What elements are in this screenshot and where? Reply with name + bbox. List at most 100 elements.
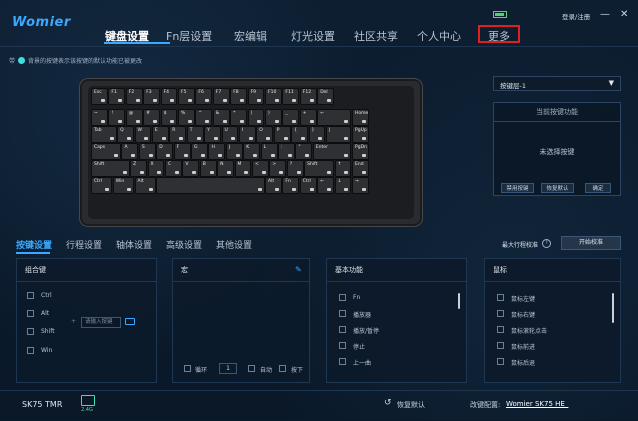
key-3-0[interactable]: Caps	[91, 143, 121, 160]
restore-default-link[interactable]: 恢复默认	[397, 400, 425, 410]
key-0-9[interactable]: F9	[247, 88, 265, 105]
key-3-2[interactable]: S	[138, 143, 156, 160]
edit-pencil-icon[interactable]: ✎	[295, 265, 302, 274]
shift-checkbox[interactable]	[27, 328, 34, 335]
basic-item-checkbox[interactable]	[339, 342, 346, 349]
basic-item-checkbox[interactable]	[339, 294, 346, 301]
basic-item-checkbox[interactable]	[339, 358, 346, 365]
key-4-9[interactable]: >	[269, 160, 287, 177]
key-3-1[interactable]: A	[121, 143, 139, 160]
key-2-5[interactable]: T	[186, 126, 204, 143]
key-3-5[interactable]: G	[191, 143, 208, 160]
key-0-12[interactable]: F12	[299, 88, 317, 105]
key-4-7[interactable]: M	[234, 160, 252, 177]
key-4-5[interactable]: B	[199, 160, 217, 177]
key-1-0[interactable]: ~	[91, 109, 108, 126]
key-4-2[interactable]: X	[147, 160, 165, 177]
key-0-3[interactable]: F3	[143, 88, 161, 105]
basic-item-checkbox[interactable]	[339, 310, 346, 317]
mouse-item-checkbox[interactable]	[497, 342, 504, 349]
tab-switch-settings[interactable]: 轴体设置	[116, 238, 152, 251]
key-2-4[interactable]: R	[169, 126, 187, 143]
scrollbar[interactable]	[458, 293, 460, 309]
restore-icon[interactable]: ↺	[384, 398, 392, 408]
mouse-item-checkbox[interactable]	[497, 358, 504, 365]
key-2-8[interactable]: I	[238, 126, 256, 143]
key-2-9[interactable]: O	[256, 126, 274, 143]
key-2-13[interactable]: |	[325, 126, 352, 143]
key-0-1[interactable]: F1	[108, 88, 126, 105]
key-3-6[interactable]: H	[208, 143, 226, 160]
key-2-0[interactable]: Tab	[91, 126, 117, 143]
nav-profile[interactable]: 个人中心	[417, 28, 461, 44]
loop-checkbox[interactable]	[184, 365, 191, 372]
key-2-10[interactable]: P	[273, 126, 291, 143]
key-1-2[interactable]: @	[125, 109, 143, 126]
basic-item-checkbox[interactable]	[339, 326, 346, 333]
nav-macro-editor[interactable]: 宏编辑	[234, 28, 267, 44]
key-1-11[interactable]: _	[282, 109, 300, 126]
key-3-13[interactable]: PgDn	[352, 143, 369, 160]
key-2-1[interactable]: Q	[117, 126, 134, 143]
key-2-6[interactable]: Y	[204, 126, 221, 143]
alt-checkbox[interactable]	[27, 310, 34, 317]
key-2-2[interactable]: W	[134, 126, 152, 143]
key-3-4[interactable]: F	[173, 143, 191, 160]
help-icon[interactable]: ?	[542, 239, 551, 248]
key-4-4[interactable]: V	[182, 160, 200, 177]
key-1-6[interactable]: ^	[195, 109, 213, 126]
key-5-8[interactable]: ↓	[334, 177, 352, 194]
key-5-3[interactable]	[156, 177, 265, 194]
key-1-10[interactable]: )	[265, 109, 282, 126]
disable-key-button[interactable]: 禁用按键	[501, 183, 534, 193]
key-5-0[interactable]: Ctrl	[91, 177, 113, 194]
key-4-6[interactable]: N	[217, 160, 235, 177]
confirm-button[interactable]: 确定	[585, 183, 611, 193]
nav-community[interactable]: 社区共享	[354, 28, 398, 44]
key-0-11[interactable]: F11	[282, 88, 300, 105]
key-5-6[interactable]: Ctrl	[299, 177, 317, 194]
key-1-12[interactable]: +	[299, 109, 317, 126]
key-1-14[interactable]: Home	[352, 109, 369, 126]
key-2-11[interactable]: {	[291, 126, 308, 143]
nav-lighting[interactable]: 灯光设置	[291, 28, 335, 44]
tab-key-settings[interactable]: 按键设置	[16, 238, 52, 251]
mouse-item-checkbox[interactable]	[497, 326, 504, 333]
key-0-2[interactable]: F2	[125, 88, 143, 105]
key-input[interactable]: 请输入按键	[81, 317, 121, 328]
auto-checkbox[interactable]	[248, 365, 255, 372]
key-4-12[interactable]: ↑	[334, 160, 352, 177]
key-4-0[interactable]: Shift	[91, 160, 130, 177]
key-0-7[interactable]: F7	[212, 88, 230, 105]
key-3-3[interactable]: D	[156, 143, 174, 160]
key-0-13[interactable]: Del	[317, 88, 335, 105]
tab-other-settings[interactable]: 其他设置	[216, 238, 252, 251]
key-3-12[interactable]: Enter	[312, 143, 352, 160]
scrollbar[interactable]	[612, 293, 614, 323]
key-5-7[interactable]: ←	[317, 177, 335, 194]
key-0-0[interactable]: Esc	[91, 88, 108, 105]
key-1-5[interactable]: %	[178, 109, 195, 126]
key-4-8[interactable]: <	[251, 160, 269, 177]
key-5-1[interactable]: Win	[112, 177, 134, 194]
key-1-9[interactable]: (	[247, 109, 265, 126]
key-1-3[interactable]: #	[143, 109, 161, 126]
key-3-10[interactable]: :	[278, 143, 295, 160]
ctrl-checkbox[interactable]	[27, 292, 34, 299]
key-1-4[interactable]: $	[160, 109, 178, 126]
key-3-11[interactable]: "	[295, 143, 313, 160]
key-1-8[interactable]: *	[230, 109, 248, 126]
close-icon[interactable]: ✕	[620, 9, 628, 20]
key-1-13[interactable]: ←	[317, 109, 352, 126]
key-3-8[interactable]: K	[243, 143, 261, 160]
key-4-1[interactable]: Z	[130, 160, 148, 177]
keyboard-icon[interactable]	[125, 318, 135, 325]
key-2-3[interactable]: E	[151, 126, 169, 143]
release-checkbox[interactable]	[279, 365, 286, 372]
key-5-2[interactable]: Alt	[134, 177, 156, 194]
tab-travel-settings[interactable]: 行程设置	[66, 238, 102, 251]
key-0-10[interactable]: F10	[265, 88, 282, 105]
key-5-4[interactable]: Alt	[265, 177, 282, 194]
key-5-5[interactable]: Fn	[282, 177, 300, 194]
layer-select[interactable]: 按键层-1 ▼	[493, 76, 621, 91]
